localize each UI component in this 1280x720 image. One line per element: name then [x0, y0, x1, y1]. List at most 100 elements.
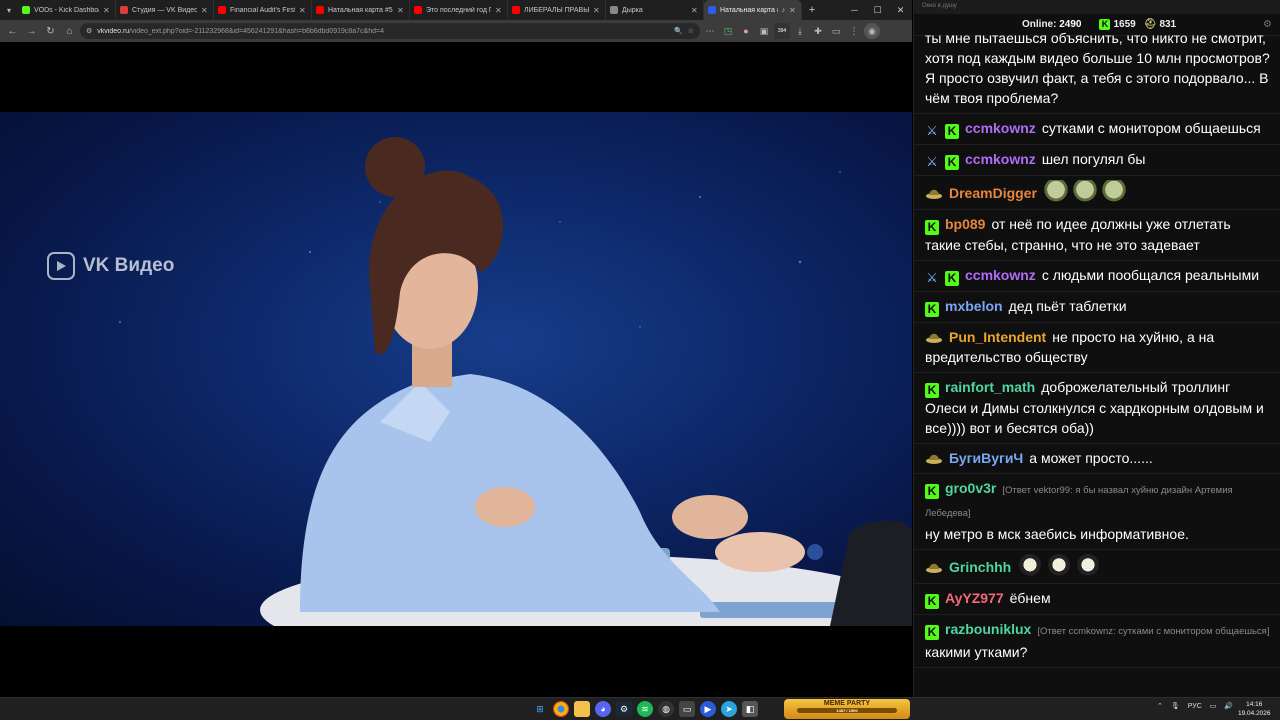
browser-tab[interactable]: Дырка ✕ — [606, 0, 704, 20]
app-icon[interactable]: ◍ — [658, 701, 674, 717]
url-domain: vkvideo.ru — [97, 27, 130, 35]
extension-icon[interactable]: ● — [738, 23, 754, 39]
minimize-icon[interactable]: ─ — [843, 5, 866, 16]
chat-username[interactable]: БугиВугиЧ — [949, 450, 1023, 466]
download-icon[interactable]: ⤓ — [792, 23, 808, 39]
chat-message-text: шел погулял бы — [1041, 151, 1146, 167]
clock-date: 19.04.2026 — [1238, 710, 1271, 717]
extension-badge[interactable]: 394 — [774, 23, 790, 39]
widget-title: MEME PARTY — [823, 700, 871, 707]
close-icon[interactable]: ✕ — [889, 5, 912, 16]
chat-username[interactable]: ccmkownz — [965, 267, 1036, 283]
extension-icon[interactable]: ⋯ — [702, 23, 718, 39]
tab-favicon-icon — [708, 6, 716, 14]
chat-username[interactable]: Grinchhh — [949, 559, 1011, 575]
tab-close-icon[interactable]: ✕ — [789, 6, 797, 15]
hat-badge-icon — [925, 329, 943, 344]
browser-tab[interactable]: Financial Audit's First ✕ — [214, 0, 312, 20]
chat-username[interactable]: Pun_Intendent — [949, 329, 1046, 345]
chat-username[interactable]: rainfort_math — [945, 379, 1035, 395]
app-icon[interactable]: ◧ — [742, 701, 758, 717]
tab-close-icon[interactable]: ✕ — [691, 6, 699, 15]
chat-message: Kmxbelon дед пьёт таблетки — [914, 292, 1280, 323]
ball-emote-icon — [1017, 554, 1044, 578]
tab-search-icon[interactable]: ▾ — [0, 0, 18, 20]
hat-badge-icon — [925, 559, 943, 574]
kick-badge-icon: K — [925, 302, 939, 317]
chrome-icon[interactable] — [553, 701, 569, 717]
media-player-icon[interactable]: ▶ — [700, 701, 716, 717]
clock[interactable]: 14:16 19.04.2026 — [1238, 700, 1271, 718]
vk-video-logo: VK Видео — [47, 252, 174, 280]
browser-tab[interactable]: Студия — VK Видео Live ✕ — [116, 0, 214, 20]
play-icon — [47, 252, 75, 280]
cat-emote-icon — [1042, 180, 1069, 204]
steam-icon[interactable]: ⚙ — [616, 701, 632, 717]
browser-tab[interactable]: ЛИБЕРАЛЫ ПРАВЫ В ✕ — [508, 0, 606, 20]
tab-title: ЛИБЕРАЛЫ ПРАВЫ В — [524, 6, 589, 14]
sword-badge-icon: ⚔ — [926, 270, 938, 285]
home-icon[interactable]: ⌂ — [61, 23, 78, 40]
menu-icon[interactable]: ⋮ — [846, 23, 862, 39]
microphone-icon[interactable]: 🎙 — [1171, 702, 1180, 710]
new-tab-button[interactable]: + — [802, 4, 822, 16]
bookmark-star-icon[interactable]: ☆ — [688, 27, 694, 35]
tab-bar: ▾ VODs - Kick Dashboard✕Студия — VK Виде… — [0, 0, 912, 20]
tab-audio-icon[interactable]: ♪ — [782, 7, 786, 14]
sidebar-icon[interactable]: ▭ — [828, 23, 844, 39]
extension-icon[interactable]: ▣ — [756, 23, 772, 39]
browser-window: ▾ VODs - Kick Dashboard✕Студия — VK Виде… — [0, 0, 912, 697]
extension-icon[interactable]: ◳ — [720, 23, 736, 39]
zoom-icon[interactable]: 🔍 — [674, 27, 683, 35]
back-icon[interactable]: ← — [4, 23, 21, 40]
profile-avatar[interactable]: ◉ — [864, 23, 880, 39]
tab-favicon-icon — [512, 6, 520, 14]
tab-close-icon[interactable]: ✕ — [103, 6, 111, 15]
telegram-icon[interactable]: ➤ — [721, 701, 737, 717]
reply-reference[interactable]: [Ответ ccmkownz: сутками с монитором общ… — [1037, 626, 1269, 637]
chat-message: ⚔ Kccmkownz с людьми пообщался реальными — [914, 261, 1280, 292]
browser-tab[interactable]: Натальная карта # ♪ ✕ — [704, 0, 802, 20]
discord-icon[interactable]: ◕ — [595, 701, 611, 717]
tab-close-icon[interactable]: ✕ — [593, 6, 601, 15]
app-icon[interactable]: ▭ — [679, 701, 695, 717]
chat-message: Kbp089 от неё по идее должны уже отлетать… — [914, 210, 1280, 261]
tab-close-icon[interactable]: ✕ — [299, 6, 307, 15]
address-bar[interactable]: ⚙ vkvideo.ru/video_ext.php?oid=-21123296… — [80, 23, 700, 39]
ball-emote-icon — [1075, 554, 1102, 578]
volume-icon[interactable]: 🔊 — [1224, 702, 1233, 710]
chat-username[interactable]: AyYZ977 — [945, 590, 1004, 606]
reload-icon[interactable]: ↻ — [42, 23, 59, 40]
start-windows-icon[interactable]: ⊞ — [532, 701, 548, 717]
chat-username[interactable]: ccmkownz — [965, 151, 1036, 167]
chat-username[interactable]: DreamDigger — [949, 185, 1037, 201]
tab-favicon-icon — [610, 6, 618, 14]
extensions-puzzle-icon[interactable]: ✚ — [810, 23, 826, 39]
chat-username[interactable]: gro0v3r — [945, 480, 996, 496]
chat-username[interactable]: mxbelon — [945, 298, 1003, 314]
language-indicator[interactable]: РУС — [1188, 703, 1202, 710]
video-player[interactable]: VK Видео — [0, 112, 912, 626]
network-icon[interactable]: ▭ — [1210, 702, 1217, 710]
meme-party-widget[interactable]: MEME PARTY 1487 / 1500 — [784, 699, 910, 719]
spotify-icon[interactable]: ≋ — [637, 701, 653, 717]
tab-close-icon[interactable]: ✕ — [397, 6, 405, 15]
tab-close-icon[interactable]: ✕ — [495, 6, 503, 15]
sword-badge-icon: ⚔ — [926, 123, 938, 138]
file-explorer-icon[interactable] — [574, 701, 590, 717]
chat-username[interactable]: razbouniklux — [945, 621, 1031, 637]
browser-tab[interactable]: Натальная карта #58 Я ✕ — [312, 0, 410, 20]
site-info-icon[interactable]: ⚙ — [86, 27, 92, 35]
tray-chevron-icon[interactable]: ⌃ — [1157, 702, 1163, 710]
taskbar: ⊞ ◕ ⚙ ≋ ◍ ▭ ▶ ➤ ◧ MEME PARTY 1487 / 1500… — [0, 697, 1280, 720]
url-path: /video_ext.php?oid=-211232968&id=4562412… — [129, 27, 385, 35]
chat-username[interactable]: ccmkownz — [965, 120, 1036, 136]
maximize-icon[interactable]: ☐ — [866, 5, 889, 16]
browser-tab[interactable]: Это последний год П ✕ — [410, 0, 508, 20]
kick-badge-icon: K — [925, 625, 939, 640]
taskbar-apps: ⊞ ◕ ⚙ ≋ ◍ ▭ ▶ ➤ ◧ — [532, 701, 758, 717]
tab-close-icon[interactable]: ✕ — [201, 6, 209, 15]
browser-tab[interactable]: VODs - Kick Dashboard ✕ — [18, 0, 116, 20]
chat-username[interactable]: bp089 — [945, 216, 985, 232]
forward-icon[interactable]: → — [23, 23, 40, 40]
